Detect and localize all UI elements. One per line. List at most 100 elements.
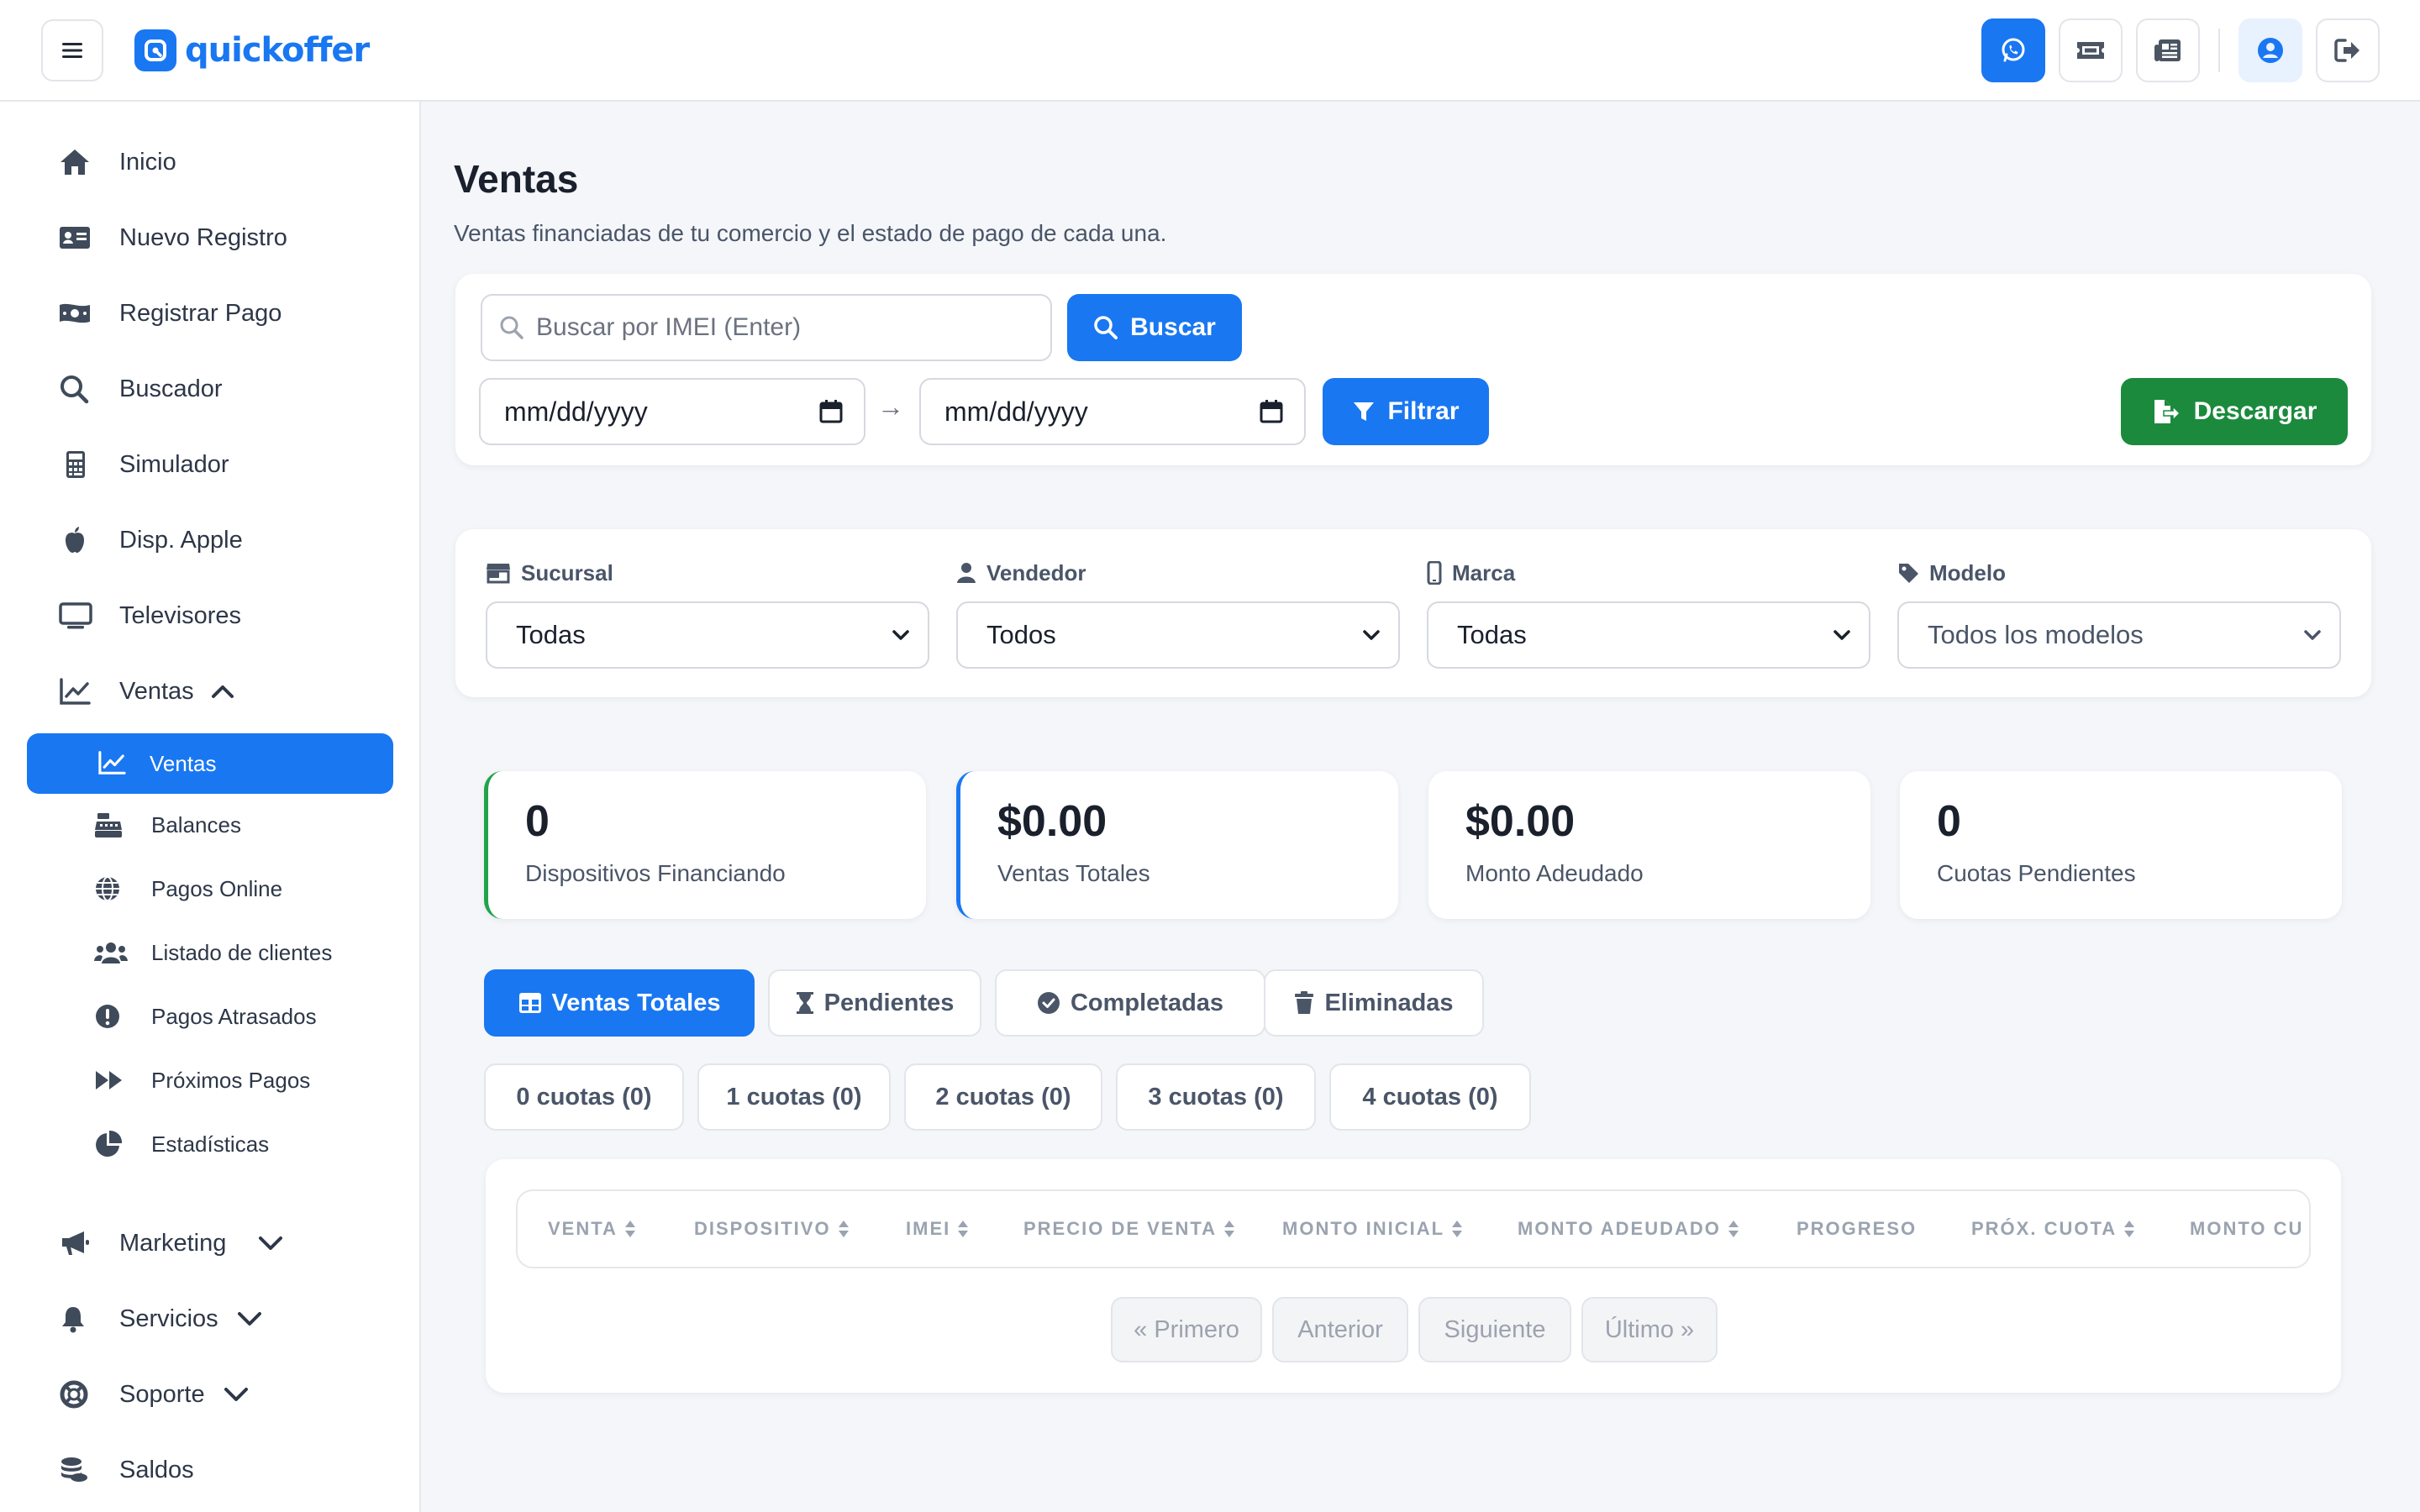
sidebar-subitem-balances[interactable]: Balances [94, 801, 241, 848]
stat-label: Ventas Totales [997, 860, 1150, 886]
file-export-icon [2152, 398, 2181, 425]
sidebar-item-disp-apple[interactable]: Disp. Apple [59, 515, 243, 565]
trash-icon [1294, 991, 1314, 1015]
chevron-down-icon[interactable] [237, 1311, 262, 1326]
newspaper-icon [2154, 38, 2182, 63]
sidebar-item-saldos[interactable]: Saldos [59, 1445, 194, 1495]
check-circle-icon [1037, 991, 1060, 1015]
sidebar-item-label: Soporte [119, 1380, 205, 1408]
pagination-label: « Primero [1134, 1315, 1239, 1343]
pagination-last-button[interactable]: Último » [1581, 1297, 1718, 1362]
pagination-prev-button[interactable]: Anterior [1272, 1297, 1408, 1362]
sidebar-item-label: Marketing [119, 1229, 227, 1257]
sidebar-item-label: Disp. Apple [119, 526, 243, 554]
sidebar-subitem-listado-clientes[interactable]: Listado de clientes [94, 929, 332, 976]
sidebar-item-nuevo-registro[interactable]: Nuevo Registro [59, 213, 287, 263]
filter-modelo: Modelo Todos los modelos [1897, 559, 2341, 669]
forward-icon [94, 1068, 128, 1092]
sidebar-item-label: Registrar Pago [119, 299, 282, 327]
column-label: PROGRESO [1797, 1218, 1918, 1239]
menu-toggle-button[interactable] [41, 19, 103, 81]
chevron-down-icon[interactable] [258, 1236, 283, 1251]
cuotas-filter-2[interactable]: 2 cuotas (0) [904, 1063, 1102, 1131]
sort-icon [1223, 1220, 1235, 1238]
stat-label: Monto Adeudado [1465, 860, 1644, 886]
sidebar-item-servicios[interactable]: Servicios [59, 1294, 262, 1344]
pagination-first-button[interactable]: « Primero [1111, 1297, 1262, 1362]
chevron-down-icon [892, 629, 909, 641]
chevron-down-icon[interactable] [224, 1387, 249, 1402]
user-icon [956, 562, 976, 584]
sidebar-item-registrar-pago[interactable]: Registrar Pago [59, 288, 281, 339]
column-header-dispositivo[interactable]: DISPOSITIVO [694, 1191, 850, 1267]
chevron-up-icon[interactable] [211, 684, 234, 699]
sidebar-item-marketing[interactable]: Marketing [59, 1218, 283, 1268]
tab-ventas-totales[interactable]: Ventas Totales [484, 969, 755, 1037]
tab-eliminadas[interactable]: Eliminadas [1264, 969, 1484, 1037]
app-logo[interactable]: quickoffer [134, 29, 370, 72]
column-header-monto-cuota[interactable]: MONTO CU [2190, 1191, 2303, 1267]
date-to-input[interactable]: mm/dd/yyyy [919, 378, 1306, 445]
sidebar-item-inicio[interactable]: Inicio [59, 137, 176, 187]
sidebar-item-televisores[interactable]: Televisores [59, 591, 241, 641]
megaphone-icon [59, 1229, 96, 1257]
sidebar-subitem-ventas[interactable]: Ventas [27, 733, 393, 794]
sucursal-select[interactable]: Todas [486, 601, 929, 669]
cuotas-filter-0[interactable]: 0 cuotas (0) [484, 1063, 684, 1131]
chip-label: 3 cuotas (0) [1148, 1083, 1284, 1110]
logout-button[interactable] [2316, 18, 2380, 82]
column-label: VENTA [548, 1218, 618, 1239]
cuotas-filter-1[interactable]: 1 cuotas (0) [697, 1063, 891, 1131]
select-value: Todos [986, 620, 1056, 649]
ticket-button[interactable] [2059, 18, 2123, 82]
column-header-venta[interactable]: VENTA [548, 1191, 636, 1267]
filters-card: Sucursal Todas Vendedor Todos Marca Toda… [455, 529, 2371, 697]
tab-completadas[interactable]: Completadas [995, 969, 1265, 1037]
sidebar-item-soporte[interactable]: Soporte [59, 1369, 249, 1420]
column-header-imei[interactable]: IMEI [906, 1191, 969, 1267]
column-header-monto-adeudado[interactable]: MONTO ADEUDADO [1518, 1191, 1739, 1267]
news-button[interactable] [2136, 18, 2200, 82]
sidebar-subitem-proximos-pagos[interactable]: Próximos Pagos [94, 1057, 310, 1104]
exclamation-circle-icon [94, 1003, 128, 1030]
vendedor-select[interactable]: Todos [956, 601, 1400, 669]
profile-button[interactable] [2238, 18, 2302, 82]
marca-select[interactable]: Todas [1427, 601, 1870, 669]
pagination-next-button[interactable]: Siguiente [1418, 1297, 1571, 1362]
sidebar-subitem-label: Ventas [150, 750, 217, 776]
lifebuoy-icon [59, 1379, 96, 1410]
user-circle-icon [2256, 36, 2285, 65]
imei-search-field[interactable] [481, 294, 1052, 361]
date-from-input[interactable]: mm/dd/yyyy [479, 378, 865, 445]
sidebar-subitem-pagos-online[interactable]: Pagos Online [94, 865, 282, 912]
filter-button[interactable]: Filtrar [1323, 378, 1489, 445]
column-header-monto-inicial[interactable]: MONTO INICIAL [1282, 1191, 1463, 1267]
header-divider [2218, 29, 2220, 72]
column-header-precio-venta[interactable]: PRECIO DE VENTA [1023, 1191, 1235, 1267]
calendar-icon[interactable] [1259, 399, 1284, 424]
sidebar-item-buscador[interactable]: Buscador [59, 364, 223, 414]
column-header-prox-cuota[interactable]: PRÓX. CUOTA [1971, 1191, 2135, 1267]
sidebar-subitem-label: Balances [151, 811, 241, 837]
imei-search-input[interactable] [536, 313, 1007, 342]
stat-value: 0 [1937, 797, 1961, 846]
whatsapp-button[interactable] [1981, 18, 2045, 82]
cuotas-filter-4[interactable]: 4 cuotas (0) [1329, 1063, 1531, 1131]
calendar-icon[interactable] [818, 399, 844, 424]
search-button[interactable]: Buscar [1067, 294, 1242, 361]
tab-pendientes[interactable]: Pendientes [768, 969, 981, 1037]
chevron-down-icon [1363, 629, 1380, 641]
sidebar-item-ventas[interactable]: Ventas [59, 666, 234, 717]
tab-label: Eliminadas [1324, 989, 1454, 1016]
sidebar-subitem-estadisticas[interactable]: Estadísticas [94, 1121, 269, 1168]
cuotas-filter-3[interactable]: 3 cuotas (0) [1116, 1063, 1316, 1131]
modelo-select[interactable]: Todos los modelos [1897, 601, 2341, 669]
page-title: Ventas [454, 157, 579, 201]
apple-icon [59, 525, 96, 555]
sidebar-subitem-pagos-atrasados[interactable]: Pagos Atrasados [94, 993, 317, 1040]
sales-table-card: VENTA DISPOSITIVO IMEI PRECIO DE VENTA M… [486, 1159, 2341, 1393]
download-button[interactable]: Descargar [2121, 378, 2348, 445]
sidebar-item-label: Buscador [119, 375, 223, 402]
stat-value: $0.00 [1465, 797, 1576, 846]
sidebar-item-simulador[interactable]: Simulador [59, 439, 229, 490]
